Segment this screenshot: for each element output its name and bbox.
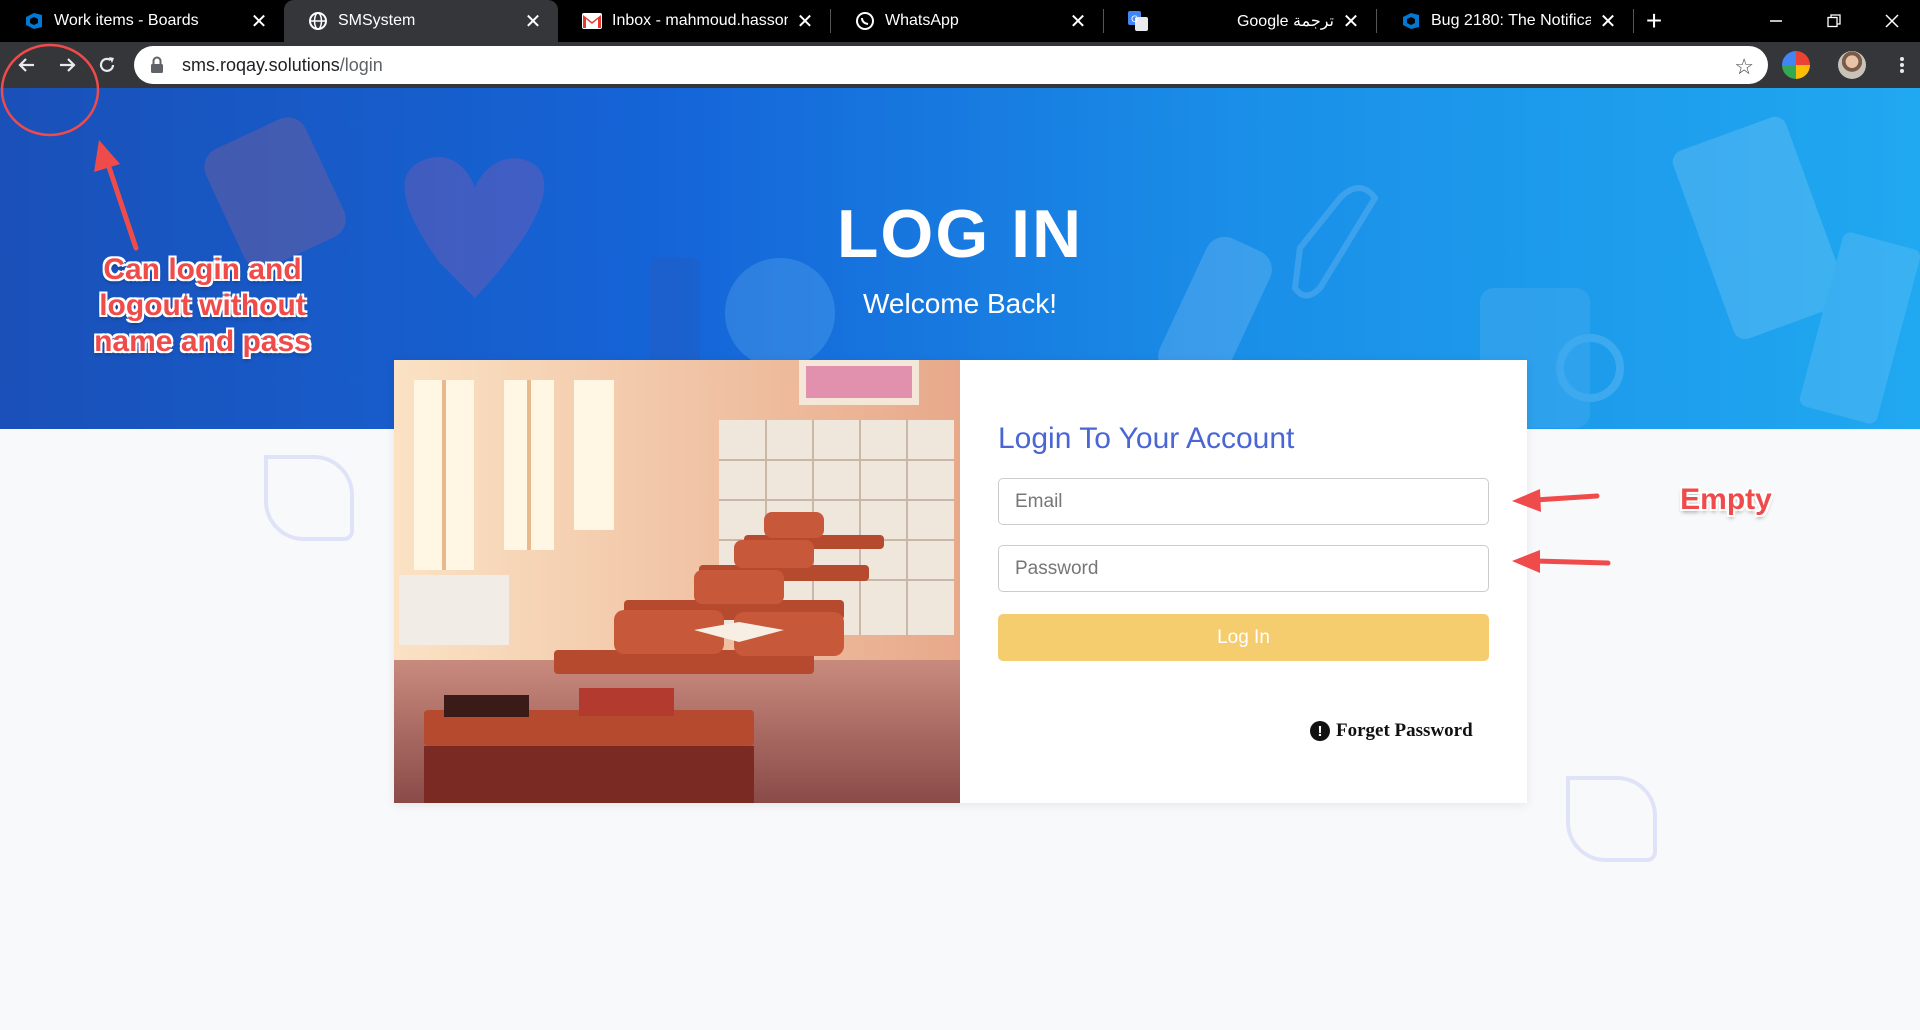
tab-title: Google ترجمة xyxy=(1236,13,1334,30)
annotation-note-left: Can login and logout without name and pa… xyxy=(94,253,311,358)
extension-icon[interactable] xyxy=(1782,51,1810,79)
password-field[interactable] xyxy=(998,545,1489,592)
tab-bar: Work items - Boards ✕ SMSystem ✕ Inbox -… xyxy=(0,0,1920,42)
forget-password-link[interactable]: ! Forget Password xyxy=(1310,720,1473,742)
new-tab-button[interactable]: + xyxy=(1634,0,1674,42)
tab-work-items[interactable]: Work items - Boards ✕ xyxy=(0,0,284,42)
close-icon[interactable]: ✕ xyxy=(1067,10,1089,33)
azure-devops-icon xyxy=(1401,11,1421,31)
close-icon[interactable]: ✕ xyxy=(1340,10,1362,33)
annotation-note-right: Empty xyxy=(1680,483,1772,516)
avatar[interactable] xyxy=(1838,51,1866,79)
forget-password-label: Forget Password xyxy=(1336,720,1473,741)
decorative-shape xyxy=(1566,776,1657,862)
tab-smsystem[interactable]: SMSystem ✕ xyxy=(284,0,558,42)
tab-bug-2180[interactable]: Bug 2180: The Notification ri ✕ xyxy=(1377,0,1633,42)
form-title: Login To Your Account xyxy=(998,422,1295,455)
close-icon[interactable]: ✕ xyxy=(794,10,816,33)
more-menu-icon[interactable] xyxy=(1892,50,1912,80)
annotation-arrow-password xyxy=(1532,558,1611,566)
tab-title: WhatsApp xyxy=(885,12,959,29)
tab-inbox[interactable]: Inbox - mahmoud.hassona9! ✕ xyxy=(558,0,830,42)
minimize-icon[interactable] xyxy=(1750,0,1802,42)
globe-icon xyxy=(308,11,328,31)
email-field[interactable] xyxy=(998,478,1489,525)
gmail-icon xyxy=(582,11,602,31)
tab-google-translate[interactable]: G Google ترجمة ✕ xyxy=(1104,0,1376,42)
tab-title: Inbox - mahmoud.hassona9! xyxy=(612,12,788,29)
tab-whatsapp[interactable]: WhatsApp ✕ xyxy=(831,0,1103,42)
url-path: /login xyxy=(339,54,383,75)
exclamation-icon: ! xyxy=(1310,721,1330,741)
window-close-icon[interactable] xyxy=(1866,0,1918,42)
svg-text:G: G xyxy=(1131,15,1138,25)
back-icon[interactable] xyxy=(10,48,44,82)
address-bar[interactable]: sms.roqay.solutions/login ☆ xyxy=(134,46,1768,84)
browser-toolbar: sms.roqay.solutions/login ☆ xyxy=(0,42,1920,88)
annotation-arrow-email xyxy=(1532,493,1600,503)
close-icon[interactable]: ✕ xyxy=(248,10,270,33)
close-icon[interactable]: ✕ xyxy=(1597,10,1619,33)
login-button[interactable]: Log In xyxy=(998,614,1489,661)
url-host: sms.roqay.solutions xyxy=(182,54,340,75)
google-translate-icon: G xyxy=(1128,11,1148,31)
restore-icon[interactable] xyxy=(1808,0,1860,42)
whatsapp-icon xyxy=(855,11,875,31)
login-form-fields: Login To Your Account Log In ! Forget Pa… xyxy=(394,360,1527,803)
tab-title: Bug 2180: The Notification ri xyxy=(1431,12,1591,29)
tab-title: SMSystem xyxy=(338,12,416,29)
forward-icon[interactable] xyxy=(50,48,84,82)
close-icon[interactable]: ✕ xyxy=(522,10,544,33)
tab-title: Work items - Boards xyxy=(54,12,199,29)
azure-devops-icon xyxy=(24,11,44,31)
lock-icon xyxy=(150,56,168,74)
reload-icon[interactable] xyxy=(90,48,124,82)
decorative-shape xyxy=(264,455,354,541)
bookmark-star-icon[interactable]: ☆ xyxy=(1734,54,1754,80)
